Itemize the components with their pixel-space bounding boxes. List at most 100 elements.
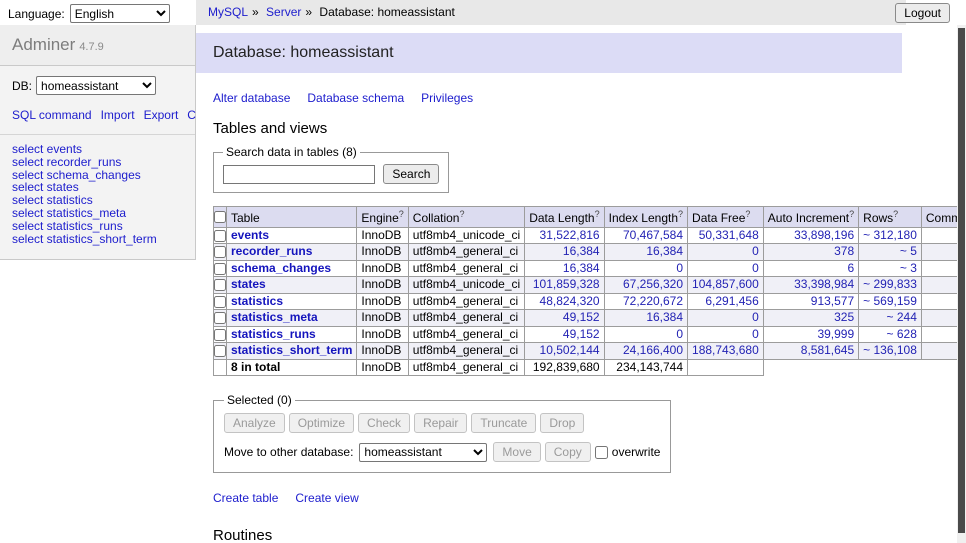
sidebar-table-link[interactable]: select recorder_runs [12,156,183,169]
row-checkbox-cell [214,244,227,261]
rows-count-cell: ~ 628 [859,326,922,343]
sidebar-action-link[interactable]: Import [101,108,135,122]
collation-cell: utf8mb4_general_ci [408,326,524,343]
row-checkbox[interactable] [214,246,226,258]
table-name-link[interactable]: events [231,228,269,242]
database-action-link[interactable]: Privileges [421,91,473,105]
main-content: Database: homeassistant Alter database Da… [196,25,966,543]
selected-action-button[interactable]: Drop [540,413,584,433]
table-name-cell: recorder_runs [227,244,357,261]
selected-action-button[interactable]: Analyze [224,413,285,433]
create-link[interactable]: Create view [295,491,358,505]
sidebar-table-link[interactable]: select events [12,143,183,156]
move-button[interactable]: Move [493,442,540,462]
index-length-cell: 24,166,400 [604,343,687,360]
row-checkbox[interactable] [214,312,226,324]
selected-action-button[interactable]: Truncate [471,413,536,433]
row-checkbox-cell [214,310,227,327]
rows-count-cell: ~ 312,180 [859,227,922,244]
create-links: Create table Create view [213,491,966,505]
index-length-cell: 0 [604,326,687,343]
sidebar-table-link[interactable]: select statistics_short_term [12,233,183,246]
db-select[interactable]: homeassistant [36,76,156,95]
totals-index-length-cell: 234,143,744 [604,359,687,376]
engine-cell: InnoDB [357,277,408,294]
table-name-link[interactable]: recorder_runs [231,244,312,258]
tables-list: events InnoDB utf8mb4_unicode_ci 31,522,… [214,227,966,359]
totals-engine-cell: InnoDB [357,359,408,376]
selected-legend: Selected (0) [224,393,295,407]
collation-cell: utf8mb4_general_ci [408,343,524,360]
sidebar-action-link[interactable]: SQL command [12,108,92,122]
engine-cell: InnoDB [357,260,408,277]
page-title: Database: homeassistant [196,33,902,73]
column-help-icon: ? [893,209,898,219]
sidebar-table-link[interactable]: select statistics_runs [12,220,183,233]
row-checkbox[interactable] [214,345,226,357]
data-length-cell: 48,824,320 [525,293,604,310]
column-help-icon: ? [745,209,750,219]
sidebar-actions: SQL commandImportExportCreate table [0,101,195,135]
table-row: recorder_runs InnoDB utf8mb4_general_ci … [214,244,966,261]
rows-count-cell: ~ 244 [859,310,922,327]
sidebar-table-list: select eventsselect recorder_runsselect … [0,135,195,245]
table-name-link[interactable]: statistics_short_term [231,343,352,357]
logout-button[interactable]: Logout [895,3,950,23]
rows-count-cell: ~ 569,159 [859,293,922,310]
column-header: Collation? [408,207,524,228]
search-button[interactable]: Search [383,164,439,184]
scrollbar-thumb[interactable] [958,28,965,533]
table-row: schema_changes InnoDB utf8mb4_general_ci… [214,260,966,277]
language-select[interactable]: English [70,4,170,23]
breadcrumb-link[interactable]: MySQL [208,5,248,19]
row-checkbox[interactable] [214,230,226,242]
row-checkbox[interactable] [214,279,226,291]
collation-cell: utf8mb4_general_ci [408,293,524,310]
selected-fieldset: Selected (0) AnalyzeOptimizeCheckRepairT… [213,393,671,473]
search-input[interactable] [223,165,375,184]
tables-table: Table Engine? Collation? Data Length? In… [213,206,966,376]
database-action-link[interactable]: Database schema [307,91,404,105]
totals-collation-cell: utf8mb4_general_ci [408,359,524,376]
engine-cell: InnoDB [357,293,408,310]
table-name-link[interactable]: statistics_runs [231,327,316,341]
table-name-link[interactable]: schema_changes [231,261,331,275]
row-checkbox[interactable] [214,329,226,341]
table-name-cell: statistics_short_term [227,343,357,360]
data-free-cell: 0 [688,244,764,261]
auto-increment-cell: 378 [763,244,858,261]
table-name-link[interactable]: states [231,277,266,291]
copy-button[interactable]: Copy [545,442,591,462]
move-db-select[interactable]: homeassistant [359,443,487,462]
column-help-icon: ? [399,209,404,219]
auto-increment-cell: 325 [763,310,858,327]
table-name-cell: statistics [227,293,357,310]
index-length-cell: 67,256,320 [604,277,687,294]
sidebar-action-link[interactable]: Export [144,108,179,122]
create-link[interactable]: Create table [213,491,278,505]
totals-empty-cell [214,359,227,376]
totals-data-free-cell [688,359,764,376]
row-checkbox-cell [214,293,227,310]
tables-and-views-heading: Tables and views [213,120,966,137]
select-all-checkbox[interactable] [214,211,226,223]
collation-cell: utf8mb4_unicode_ci [408,227,524,244]
sidebar-table-link[interactable]: select statistics_meta [12,207,183,220]
selected-action-button[interactable]: Repair [414,413,467,433]
auto-increment-cell: 33,398,984 [763,277,858,294]
move-label: Move to other database: [224,445,353,459]
auto-increment-cell: 8,581,645 [763,343,858,360]
selected-action-button[interactable]: Check [358,413,410,433]
engine-cell: InnoDB [357,244,408,261]
row-checkbox[interactable] [214,296,226,308]
table-name-link[interactable]: statistics_meta [231,310,318,324]
database-action-link[interactable]: Alter database [213,91,290,105]
overwrite-checkbox[interactable] [595,446,608,459]
breadcrumb-link[interactable]: Server [266,5,301,19]
row-checkbox[interactable] [214,263,226,275]
table-name-link[interactable]: statistics [231,294,283,308]
column-header: Auto Increment? [763,207,858,228]
app-title: Adminer4.7.9 [0,25,195,66]
selected-action-button[interactable]: Optimize [289,413,354,433]
adminer-logo-link[interactable]: Adminer [12,35,75,54]
